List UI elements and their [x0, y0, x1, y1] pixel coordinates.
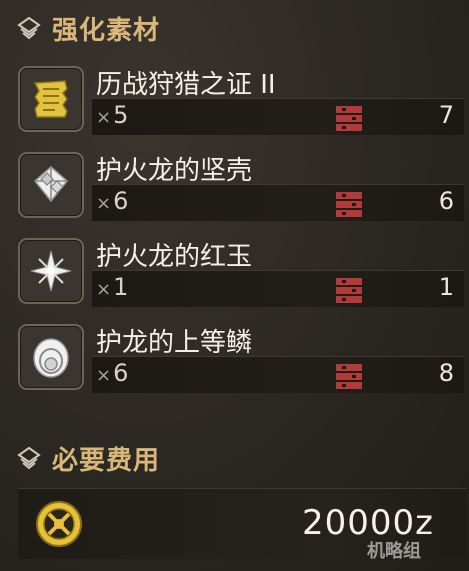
item-box-icon: [336, 278, 362, 303]
owned-quantity: 1: [438, 273, 454, 301]
material-name: 护火龙的坚壳: [96, 156, 253, 186]
material-icon-frame: [18, 324, 84, 390]
required-quantity: ×1: [96, 273, 129, 301]
quantity-bar: [92, 98, 464, 135]
required-quantity: ×6: [96, 359, 129, 387]
watermark: 机略组: [367, 541, 421, 562]
material-name: 护火龙的红玉: [96, 242, 253, 272]
material-icon-frame: [18, 152, 84, 218]
upgrade-materials-header: 强化素材: [16, 8, 160, 48]
item-box-icon: [336, 192, 362, 217]
quantity-bar: [92, 356, 464, 393]
quantity-bar: [92, 184, 464, 221]
material-row[interactable]: 护火龙的坚壳 ×6 6: [14, 146, 466, 226]
layers-icon: [17, 446, 41, 470]
item-box-icon: [336, 364, 362, 389]
section-title: 必要费用: [52, 445, 161, 476]
required-quantity: ×5: [96, 101, 129, 129]
scroll-icon: [33, 80, 68, 118]
quantity-bar: [92, 270, 464, 307]
required-cost-header: 必要费用: [16, 438, 160, 478]
owned-quantity: 6: [438, 187, 454, 215]
owned-quantity: 8: [438, 359, 454, 387]
owned-quantity: 7: [438, 101, 454, 129]
section-title: 强化素材: [52, 15, 161, 46]
gem-star-icon: [30, 250, 72, 292]
coin-icon: [36, 501, 82, 547]
material-row[interactable]: 护龙的上等鳞 ×6 8: [14, 318, 466, 398]
material-icon-frame: [18, 66, 84, 132]
scale-icon: [33, 338, 69, 378]
material-row[interactable]: 历战狩猎之证 II ×5 7: [14, 60, 466, 140]
material-icon-frame: [18, 238, 84, 304]
material-name: 护龙的上等鳞: [96, 328, 253, 358]
layers-icon: [17, 16, 41, 40]
material-name: 历战狩猎之证 II: [96, 70, 276, 100]
item-box-icon: [336, 106, 362, 131]
material-row[interactable]: 护火龙的红玉 ×1 1: [14, 232, 466, 312]
required-quantity: ×6: [96, 187, 129, 215]
shell-plates-icon: [33, 166, 69, 203]
